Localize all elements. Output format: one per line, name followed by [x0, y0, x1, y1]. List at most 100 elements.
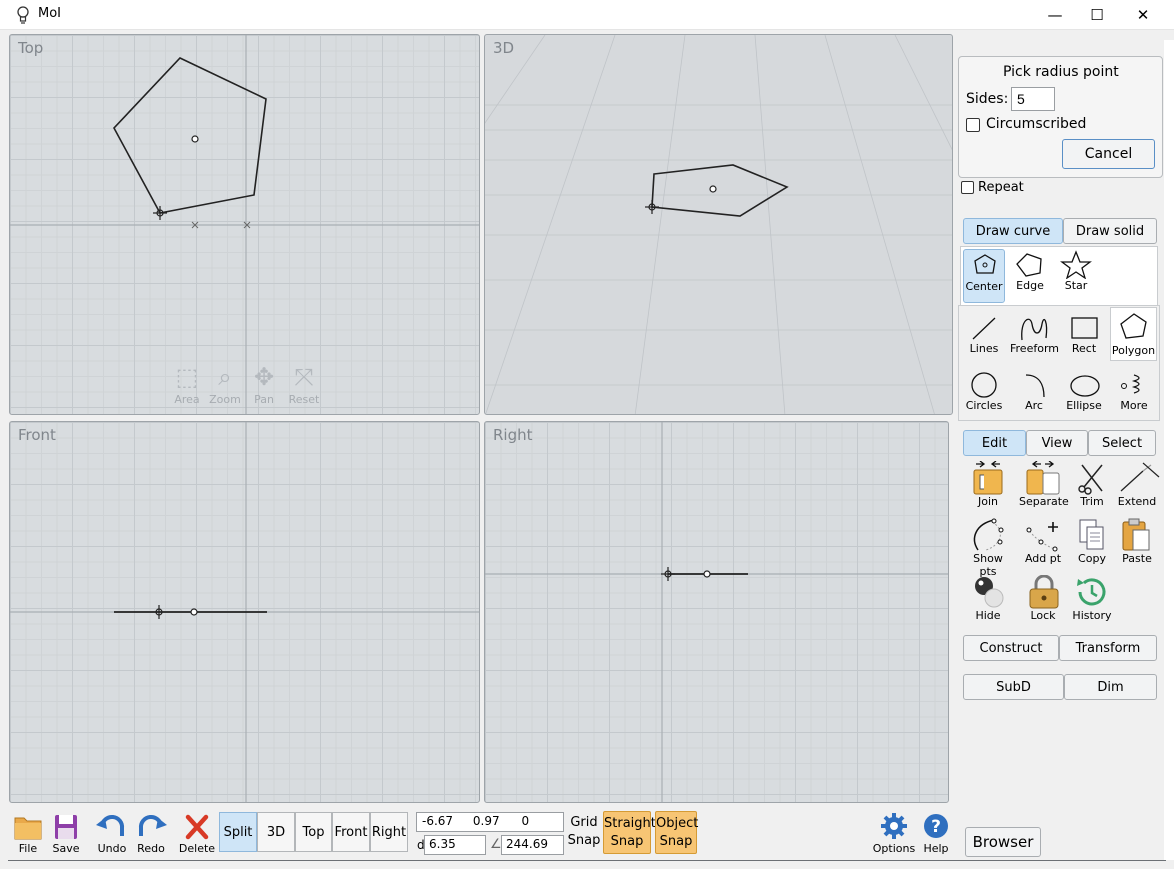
undo-icon [96, 815, 125, 836]
coordinate-input[interactable]: -6.67 0.97 0 [416, 812, 564, 832]
pan-button[interactable]: ✥ Pan [246, 361, 282, 406]
polygon-center-button[interactable]: Center [963, 249, 1005, 303]
tool-label: More [1120, 399, 1148, 412]
cancel-button[interactable]: Cancel [1062, 139, 1155, 169]
star-button[interactable]: Star [1053, 249, 1099, 292]
ellipse-icon [1070, 375, 1100, 397]
delete-button[interactable]: Delete [175, 812, 219, 855]
angle-label: ∠ [490, 837, 502, 852]
polygon-button[interactable]: Polygon [1110, 307, 1157, 361]
show-points-button[interactable]: Show pts [964, 518, 1012, 578]
tab-draw-curve[interactable]: Draw curve [963, 218, 1063, 244]
viewport-right[interactable]: Right [484, 421, 949, 803]
viewport-front[interactable]: Front [9, 421, 480, 803]
lines-button[interactable]: Lines [960, 312, 1008, 355]
tab-edit[interactable]: Edit [963, 430, 1026, 456]
arc-icon [1025, 374, 1045, 398]
separate-button[interactable]: Separate [1019, 461, 1069, 508]
construct-button[interactable]: Construct [963, 635, 1059, 661]
distance-input[interactable]: 6.35 [424, 835, 486, 855]
straight-snap-toggle[interactable]: Straight Snap [603, 811, 656, 854]
tool-label: Lines [969, 342, 999, 355]
paste-button[interactable]: Paste [1113, 518, 1161, 565]
subd-button[interactable]: SubD [963, 674, 1064, 700]
trim-button[interactable]: Trim [1068, 461, 1116, 508]
redo-button[interactable]: Redo [129, 812, 173, 855]
circumscribed-label: Circumscribed [986, 116, 1087, 132]
freeform-curve-icon [1021, 318, 1048, 341]
tool-label: Circles [965, 399, 1003, 412]
coord-x: -6.67 [422, 814, 454, 828]
undo-button[interactable]: Undo [90, 812, 134, 855]
object-snap-toggle[interactable]: Object Snap [655, 811, 698, 854]
rect-button[interactable]: Rect [1060, 312, 1108, 355]
view-front-button[interactable]: Front [332, 812, 370, 852]
tab-view[interactable]: View [1026, 430, 1088, 456]
hide-button[interactable]: Hide [964, 575, 1012, 622]
tool-label: Lock [1030, 609, 1056, 622]
history-button[interactable]: History [1068, 575, 1116, 622]
viewport-3d[interactable]: 3D [484, 34, 953, 415]
repeat-checkbox[interactable] [961, 181, 974, 194]
freeform-button[interactable]: Freeform [1010, 312, 1059, 355]
zoom-button[interactable]: ⌕ Zoom [207, 361, 243, 406]
paste-icon [1122, 518, 1150, 551]
view-top-button[interactable]: Top [295, 812, 332, 852]
tool-label: Center [965, 280, 1003, 293]
sides-input[interactable] [1011, 87, 1055, 111]
angle-input[interactable]: 244.69 [501, 835, 564, 855]
minimize-button[interactable]: — [1032, 0, 1078, 30]
view-3d-button[interactable]: 3D [257, 812, 295, 852]
transform-button[interactable]: Transform [1059, 635, 1157, 661]
options-button[interactable]: Options [871, 812, 917, 855]
center-point [191, 135, 199, 143]
view-split-button[interactable]: Split [219, 812, 257, 852]
dim-button[interactable]: Dim [1064, 674, 1157, 700]
center-point [703, 570, 711, 578]
area-zoom-button[interactable]: ⬚ Area [169, 361, 205, 406]
history-icon [1077, 578, 1106, 606]
extend-icon [1120, 462, 1160, 492]
tool-label: Separate [1019, 495, 1069, 508]
coord-z: 0 [521, 814, 530, 828]
grid-snap-toggle[interactable]: Grid Snap [566, 814, 602, 850]
front-view-geometry [10, 422, 479, 802]
tool-label: Trim [1080, 495, 1104, 508]
cursor-crosshair-icon [661, 567, 675, 581]
toolbar-label: File [18, 842, 38, 855]
tab-draw-solid[interactable]: Draw solid [1063, 218, 1157, 244]
ellipse-button[interactable]: Ellipse [1060, 369, 1108, 412]
save-button[interactable]: Save [44, 812, 88, 855]
help-button[interactable]: ? Help [914, 812, 958, 855]
viewport-top[interactable]: Top ⬚ Area ⌕ Zoom ✥ Pan ⤧ Reset [9, 34, 480, 415]
add-point-button[interactable]: Add pt [1019, 518, 1067, 565]
maximize-button[interactable]: ☐ [1074, 0, 1120, 30]
scissors-icon [1078, 464, 1103, 495]
circumscribed-checkbox[interactable] [966, 118, 980, 132]
circle-icon [971, 372, 997, 398]
polygon-edge-button[interactable]: Edge [1007, 249, 1053, 292]
star-icon [1060, 250, 1092, 279]
lock-button[interactable]: Lock [1019, 575, 1067, 622]
more-button[interactable]: More [1110, 369, 1158, 412]
app-window: MoI — ☐ ✕ Top ⬚ Area ⌕ Zoom ✥ Pan ⤧ Rese… [0, 0, 1174, 869]
floppy-disk-icon [55, 815, 77, 839]
extend-button[interactable]: Extend [1113, 461, 1161, 508]
copy-button[interactable]: Copy [1068, 518, 1116, 565]
polygon-center-icon [974, 254, 996, 274]
tab-select[interactable]: Select [1088, 430, 1156, 456]
tool-label: Extend [1117, 495, 1157, 508]
polygon-edge-icon [1016, 253, 1042, 277]
redo-icon [138, 815, 167, 836]
reset-view-button[interactable]: ⤧ Reset [286, 361, 322, 406]
arc-button[interactable]: Arc [1010, 369, 1058, 412]
view-right-button[interactable]: Right [370, 812, 408, 852]
hide-icon [975, 577, 1004, 608]
circles-button[interactable]: Circles [960, 369, 1008, 412]
join-button[interactable]: Join [964, 461, 1012, 508]
close-button[interactable]: ✕ [1120, 0, 1166, 30]
snap-label-line2: Snap [610, 834, 644, 849]
browser-button[interactable]: Browser [965, 827, 1041, 857]
copy-icon [1079, 519, 1104, 550]
line-icon [972, 317, 996, 340]
